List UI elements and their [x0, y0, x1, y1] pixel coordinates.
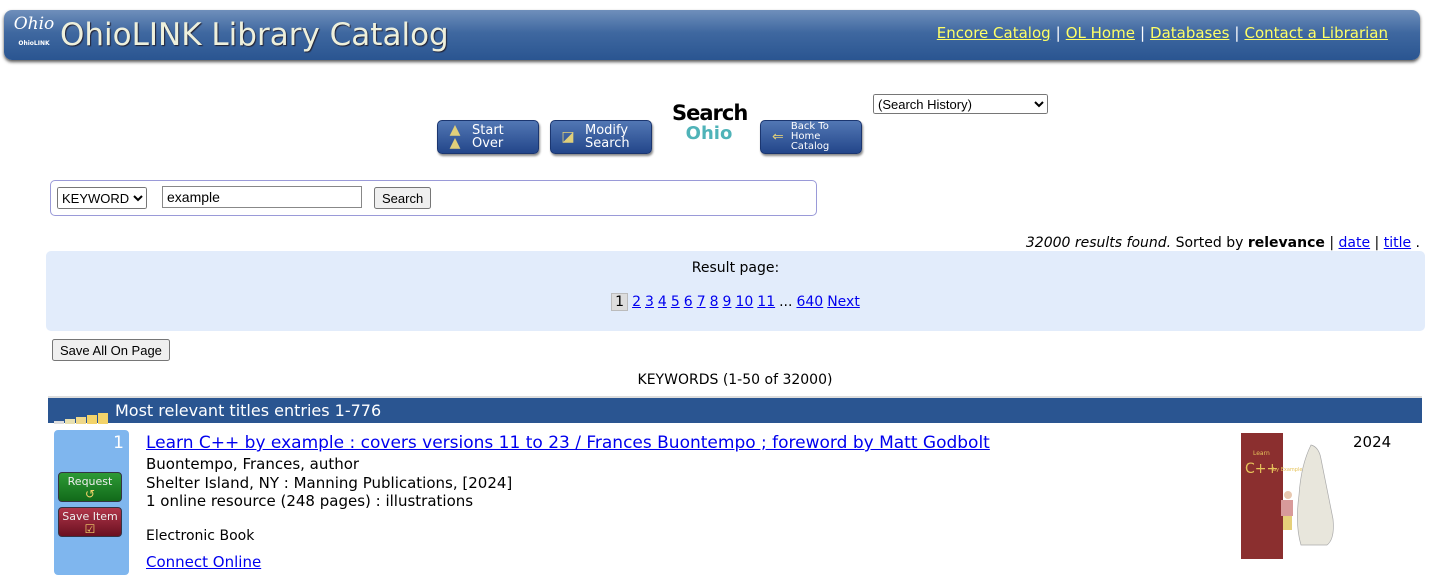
link-encore-catalog[interactable]: Encore Catalog — [937, 24, 1051, 42]
search-ohio-logo[interactable]: Search Ohio — [672, 102, 748, 144]
sort-date-link[interactable]: date — [1339, 235, 1371, 251]
start-over-button[interactable]: ▲ ▲ Start Over — [437, 120, 539, 154]
result-number: 1 — [113, 433, 124, 453]
save-all-button[interactable]: Save All On Page — [52, 339, 170, 361]
return-arrow-icon: ↺ — [84, 487, 96, 501]
last-page-link[interactable]: 640 — [796, 294, 823, 310]
result-sidebar: 1 Request ↺ Save Item ☑ — [54, 430, 129, 575]
link-contact-librarian[interactable]: Contact a Librarian — [1244, 24, 1388, 42]
page-link[interactable]: 9 — [723, 294, 732, 310]
request-button[interactable]: Request ↺ — [58, 472, 122, 502]
back-to-home-button[interactable]: ⇐ Back To Home Catalog — [760, 120, 862, 154]
book-cover-image[interactable]: Learn C++ by Example — [1241, 433, 1341, 559]
search-button[interactable]: Search — [374, 187, 432, 209]
search-history-select[interactable]: (Search History) — [873, 94, 1048, 114]
pagination: 1 2 3 4 5 6 7 8 9 10 11... 640 Next — [46, 293, 1425, 311]
edit-square-icon: ◪ — [561, 128, 575, 145]
next-page-link[interactable]: Next — [827, 294, 860, 310]
result-title-link[interactable]: Learn C++ by example : covers versions 1… — [146, 433, 990, 453]
page-link[interactable]: 2 — [632, 294, 641, 310]
page-link[interactable]: 3 — [645, 294, 654, 310]
search-form: KEYWORD Search — [50, 180, 817, 216]
keywords-range: KEYWORDS (1-50 of 32000) — [637, 372, 833, 388]
header-bar: Ohio OhioLINK OhioLINK Library Catalog En… — [4, 10, 1420, 60]
results-summary: 32000 results found. Sorted by relevance… — [1025, 235, 1420, 251]
modify-search-button[interactable]: ◪ Modify Search — [550, 120, 652, 154]
section-header: Most relevant titles entries 1-776 — [48, 396, 1422, 424]
relevance-bars-icon — [54, 399, 109, 424]
result-format: Electronic Book — [146, 528, 255, 544]
result-year: 2024 — [1353, 433, 1392, 451]
checkbox-icon: ☑ — [84, 522, 96, 536]
left-arrow-icon: ⇐ — [772, 129, 784, 145]
app-title: OhioLINK Library Catalog — [60, 17, 449, 53]
page-link[interactable]: 7 — [697, 294, 706, 310]
page-link[interactable]: 6 — [684, 294, 693, 310]
search-input[interactable] — [162, 186, 362, 208]
page-link[interactable]: 5 — [671, 294, 680, 310]
result-publication: Shelter Island, NY : Manning Publication… — [146, 474, 513, 492]
link-ol-home[interactable]: OL Home — [1066, 24, 1135, 42]
connect-online-link[interactable]: Connect Online — [146, 553, 261, 571]
search-type-select[interactable]: KEYWORD — [57, 187, 147, 209]
up-arrows-icon: ▲ ▲ — [449, 122, 461, 151]
result-description: 1 online resource (248 pages) : illustra… — [146, 492, 474, 510]
page-link[interactable]: 4 — [658, 294, 667, 310]
page-link[interactable]: 10 — [735, 294, 753, 310]
pagination-panel: Result page: 1 2 3 4 5 6 7 8 9 10 11... 640 Next — [46, 251, 1425, 331]
result-author: Buontempo, Frances, author — [146, 455, 360, 473]
top-nav: Encore Catalog | OL Home | Databases | Contact… — [936, 24, 1388, 42]
link-databases[interactable]: Databases — [1150, 24, 1229, 42]
svg-text:by Example: by Example — [1273, 467, 1302, 473]
ohiolink-logo[interactable]: Ohio OhioLINK — [12, 14, 56, 56]
page-link[interactable]: 8 — [710, 294, 719, 310]
svg-text:Learn: Learn — [1253, 450, 1270, 457]
save-item-button[interactable]: Save Item ☑ — [58, 507, 122, 537]
page-link[interactable]: 11 — [757, 294, 775, 310]
sort-title-link[interactable]: title — [1384, 235, 1411, 251]
current-page: 1 — [611, 293, 629, 311]
